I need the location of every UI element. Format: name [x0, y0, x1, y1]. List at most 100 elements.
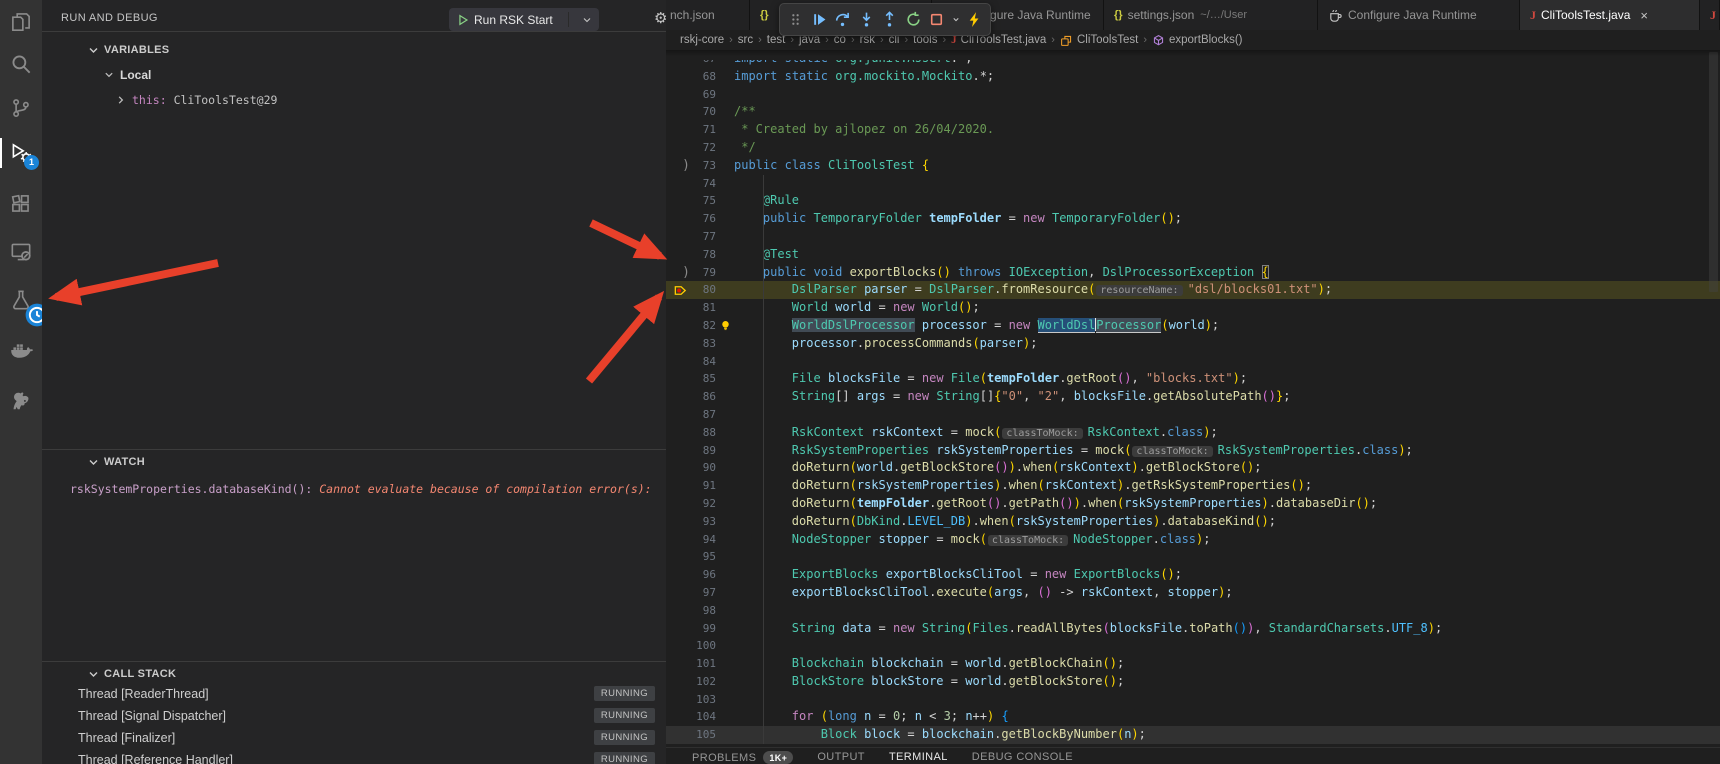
breadcrumb-symbol[interactable]: CliToolsTest: [1077, 34, 1138, 46]
glyph-margin[interactable]: [666, 121, 690, 139]
lightbulb-icon[interactable]: [716, 317, 734, 335]
panel-tab-terminal[interactable]: TERMINAL: [889, 748, 948, 763]
glyph-margin[interactable]: [666, 459, 690, 477]
variables-scope-local[interactable]: Local: [120, 68, 151, 82]
activity-run-and-debug-icon[interactable]: 1: [8, 140, 34, 166]
glyph-margin[interactable]: [666, 566, 690, 584]
code-text: doReturn(world.getBlockStore()).when(rsk…: [734, 459, 1720, 477]
glyph-margin[interactable]: [666, 139, 690, 157]
activity-explorer-icon[interactable]: [8, 9, 34, 35]
step-over-button[interactable]: [832, 9, 854, 31]
chevron-down-icon[interactable]: [88, 457, 99, 468]
glyph-margin[interactable]: [666, 353, 690, 371]
json-file-icon: {}: [760, 9, 769, 21]
restart-button[interactable]: [903, 9, 925, 31]
activity-remote-explorer-icon[interactable]: [8, 239, 34, 265]
variables-section-header[interactable]: VARIABLES: [104, 44, 169, 56]
glyph-margin[interactable]: [666, 317, 690, 335]
breakpoint-current-line-icon[interactable]: [666, 281, 690, 299]
fold-marker[interactable]: ): [666, 157, 690, 175]
glyph-margin[interactable]: [666, 86, 690, 104]
glyph-margin[interactable]: [666, 228, 690, 246]
glyph-margin[interactable]: [666, 531, 690, 549]
glyph-margin[interactable]: [666, 103, 690, 121]
stop-menu-button[interactable]: [950, 9, 962, 31]
activity-docker-icon[interactable]: [8, 337, 34, 363]
glyph-margin[interactable]: [666, 495, 690, 513]
code-text: public class CliToolsTest {: [734, 157, 1720, 175]
call-stack-thread[interactable]: Thread [Finalizer]RUNNING: [42, 727, 666, 749]
breadcrumb-folder[interactable]: src: [738, 34, 753, 46]
line-number: 99: [690, 620, 716, 638]
glyph-margin[interactable]: [666, 246, 690, 264]
watch-section-header[interactable]: WATCH: [104, 456, 145, 468]
breadcrumb-symbol[interactable]: exportBlocks(): [1169, 34, 1243, 46]
glyph-margin[interactable]: [666, 477, 690, 495]
fold-marker[interactable]: ): [666, 264, 690, 282]
code-line-78: 78 @Test: [666, 246, 1720, 264]
breadcrumb-folder[interactable]: rskj-core: [680, 34, 724, 46]
chevron-down-icon[interactable]: [104, 70, 114, 80]
glyph-margin[interactable]: [666, 175, 690, 193]
glyph-margin[interactable]: [666, 192, 690, 210]
editor-scrollbar[interactable]: [1709, 52, 1718, 292]
editor-tab[interactable]: J: [1700, 0, 1720, 30]
activity-testing-icon[interactable]: [8, 287, 34, 313]
chevron-down-icon[interactable]: [88, 45, 99, 56]
activity-extensions-icon[interactable]: [8, 191, 34, 217]
call-stack-section-header[interactable]: CALL STACK: [104, 668, 176, 680]
glyph-margin[interactable]: [666, 673, 690, 691]
glyph-margin[interactable]: [666, 584, 690, 602]
line-number: 76: [690, 210, 716, 228]
line-number: 79: [690, 264, 716, 282]
glyph-margin[interactable]: [666, 210, 690, 228]
call-stack-thread[interactable]: Thread [Reference Handler]RUNNING: [42, 749, 666, 764]
editor-tab-settings-json[interactable]: {}settings.json~/…/User: [1104, 0, 1318, 30]
step-out-button[interactable]: [879, 9, 901, 31]
glyph-margin[interactable]: [666, 68, 690, 86]
glyph-margin[interactable]: [666, 513, 690, 531]
panel-tab-problems[interactable]: PROBLEMS1K+: [692, 748, 793, 764]
glyph-margin[interactable]: [666, 548, 690, 566]
chevron-down-icon[interactable]: [88, 669, 99, 680]
glyph-margin[interactable]: [666, 691, 690, 709]
activity-source-control-icon[interactable]: [8, 95, 34, 121]
glyph-margin[interactable]: [666, 602, 690, 620]
editor-tab-clitoolstest-java[interactable]: JCliToolsTest.java×: [1520, 0, 1700, 30]
watch-expression[interactable]: rskSystemProperties.databaseKind(): Cann…: [70, 482, 656, 496]
step-into-button[interactable]: [856, 9, 878, 31]
editor-tab-configure-java-runtime[interactable]: Configure Java Runtime: [1318, 0, 1520, 30]
symbol-class-icon: [1060, 34, 1073, 47]
continue-button[interactable]: [809, 9, 831, 31]
glyph-margin[interactable]: [666, 655, 690, 673]
glyph-margin[interactable]: [666, 726, 690, 744]
stop-button[interactable]: [926, 9, 948, 31]
glyph-margin[interactable]: [666, 424, 690, 442]
glyph-margin[interactable]: [666, 708, 690, 726]
indent-guide: [763, 175, 764, 745]
activity-gradle-icon[interactable]: [8, 389, 34, 415]
glyph-margin[interactable]: [666, 637, 690, 655]
close-icon[interactable]: ×: [1640, 8, 1648, 23]
line-number: 68: [690, 68, 716, 86]
chevron-right-icon[interactable]: [116, 95, 126, 105]
hot-code-replace-button[interactable]: [964, 9, 986, 31]
call-stack-thread[interactable]: Thread [ReaderThread]RUNNING: [42, 683, 666, 705]
glyph-margin[interactable]: [666, 335, 690, 353]
editor-tab-nch-json[interactable]: nch.json: [666, 0, 750, 30]
code-editor[interactable]: 67import static org.junit.Assert.*;68imp…: [666, 50, 1720, 748]
glyph-margin[interactable]: [666, 620, 690, 638]
call-stack-thread[interactable]: Thread [Signal Dispatcher]RUNNING: [42, 705, 666, 727]
variable-this[interactable]: this: CliToolsTest@29: [132, 93, 277, 107]
glyph-margin[interactable]: [666, 406, 690, 424]
start-debug-dropdown[interactable]: Run RSK Start: [449, 8, 599, 31]
glyph-margin[interactable]: [666, 442, 690, 460]
panel-tab-output[interactable]: OUTPUT: [817, 748, 865, 763]
activity-search-icon[interactable]: [8, 51, 34, 77]
glyph-margin[interactable]: [666, 299, 690, 317]
panel-tab-debug-console[interactable]: DEBUG CONSOLE: [972, 748, 1073, 763]
glyph-margin[interactable]: [666, 388, 690, 406]
glyph-margin[interactable]: [666, 370, 690, 388]
tab-label: nch.json: [670, 8, 715, 22]
run-and-debug-sidebar: RUN AND DEBUG Run RSK Start ⚙ ··· VARIAB…: [42, 0, 666, 764]
